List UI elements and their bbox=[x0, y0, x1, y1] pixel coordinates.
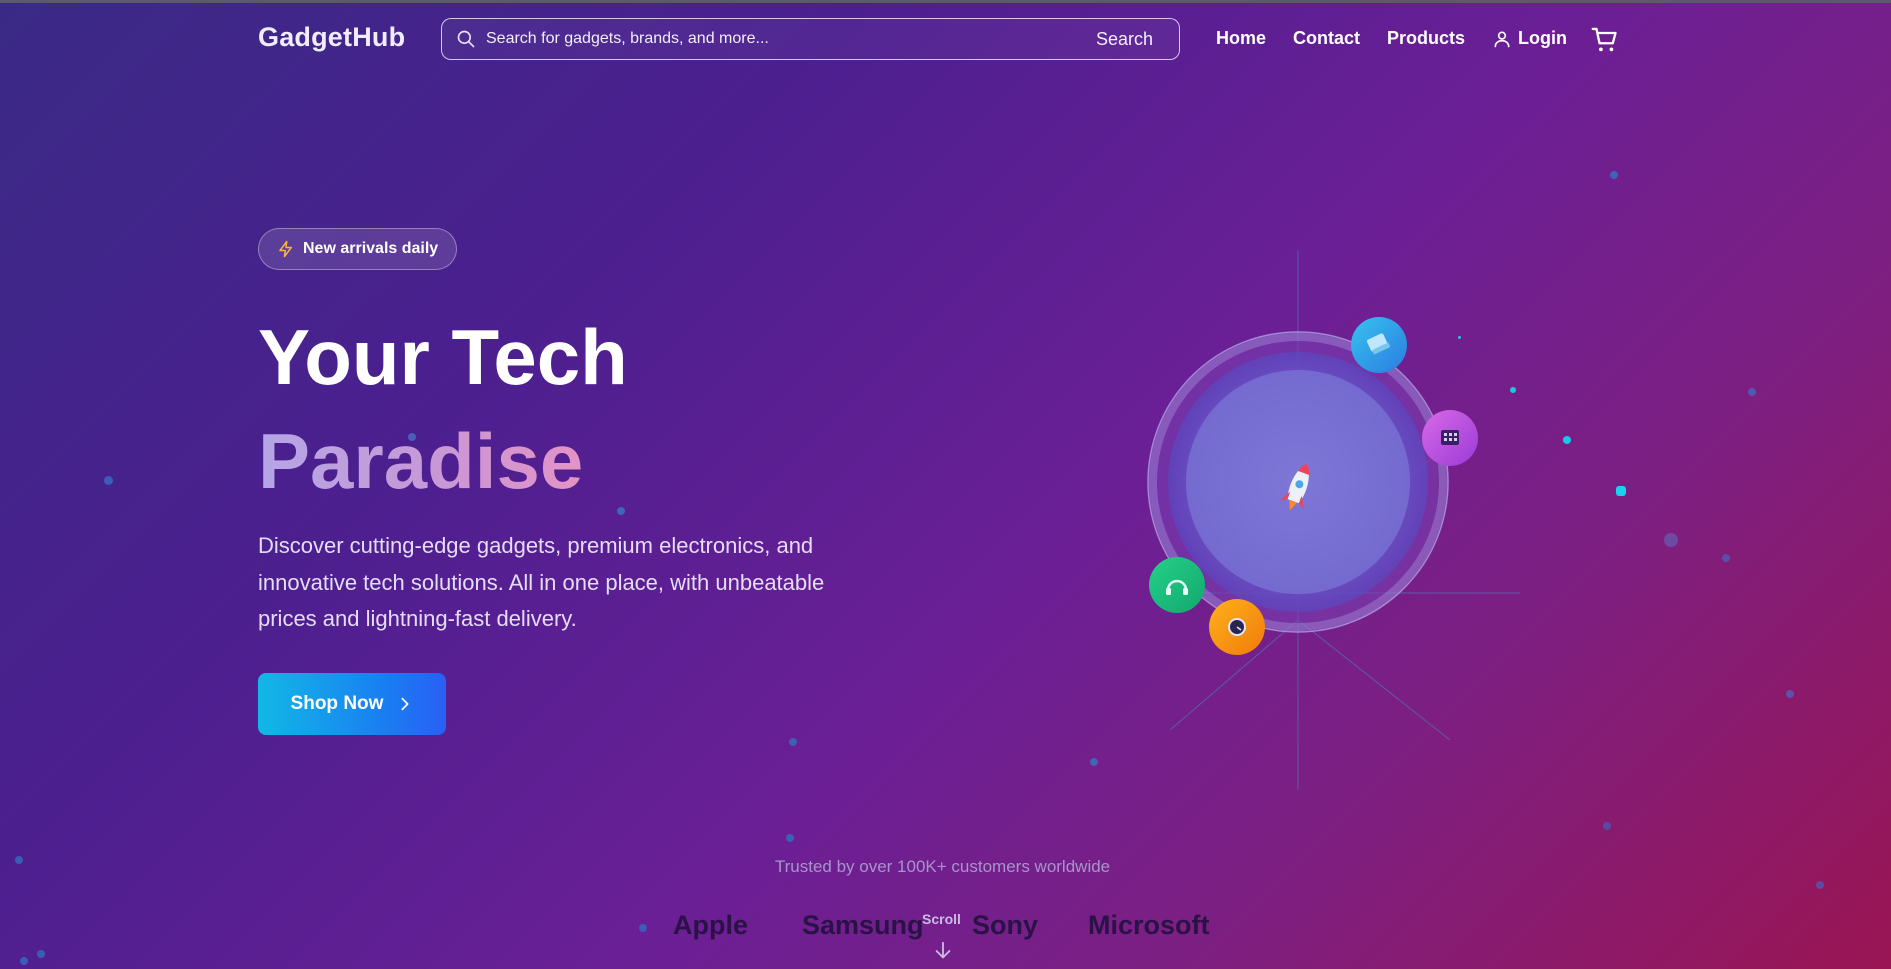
scroll-indicator-label[interactable]: Scroll bbox=[922, 911, 961, 927]
site-logo[interactable]: GadgetHub bbox=[258, 22, 405, 53]
navbar: GadgetHub Search Home Contact Products L… bbox=[0, 0, 1891, 80]
nav-link-home[interactable]: Home bbox=[1216, 28, 1266, 49]
chevron-right-icon bbox=[401, 697, 409, 711]
watch-orbit-icon bbox=[1209, 599, 1265, 655]
hero-title-line2: Paradise bbox=[258, 417, 584, 505]
search-bar: Search bbox=[441, 18, 1180, 60]
brand-sony: Sony bbox=[972, 910, 1039, 940]
login-label: Login bbox=[1518, 28, 1568, 48]
chip-orbit-icon bbox=[1422, 410, 1478, 466]
nav-link-products[interactable]: Products bbox=[1387, 28, 1465, 49]
search-icon bbox=[457, 30, 475, 48]
arrow-down-icon[interactable] bbox=[932, 940, 954, 962]
shop-now-button[interactable]: Shop Now bbox=[258, 673, 446, 735]
headphones-orbit-icon bbox=[1149, 557, 1205, 613]
brand-apple: Apple bbox=[673, 910, 749, 940]
nav-links: Home Contact Products Login bbox=[1216, 28, 1615, 49]
trusted-text: Trusted by over 100K+ customers worldwid… bbox=[774, 857, 1111, 876]
laptop-orbit-icon bbox=[1351, 317, 1407, 373]
new-arrivals-badge: New arrivals daily bbox=[258, 228, 458, 270]
hero-title-line1: Your Tech bbox=[258, 313, 628, 401]
cart-icon[interactable] bbox=[1591, 26, 1619, 54]
brand-microsoft: Microsoft bbox=[1088, 910, 1210, 940]
search-input[interactable] bbox=[486, 25, 1046, 53]
login-button[interactable]: Login bbox=[1492, 28, 1567, 49]
lightning-icon bbox=[279, 240, 292, 258]
nav-link-contact[interactable]: Contact bbox=[1293, 28, 1360, 49]
shop-now-label: Shop Now bbox=[290, 693, 384, 714]
search-button[interactable]: Search bbox=[1096, 29, 1153, 50]
hero-description: Discover cutting-edge gadgets, premium e… bbox=[258, 533, 825, 631]
user-icon bbox=[1494, 30, 1510, 47]
brand-samsung: Samsung bbox=[802, 910, 924, 940]
hero-orbit-illustration bbox=[1147, 250, 1520, 790]
badge-label: New arrivals daily bbox=[303, 240, 439, 257]
